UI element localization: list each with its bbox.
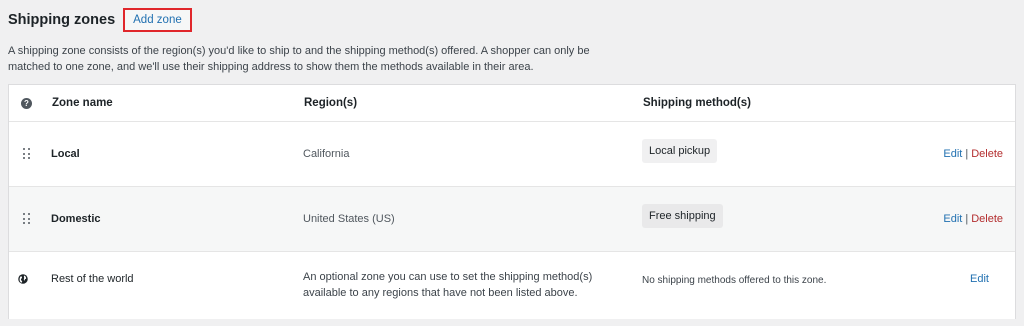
zone-name: Local <box>51 148 80 160</box>
help-icon[interactable]: ? <box>21 98 32 109</box>
column-header-regions: Region(s) <box>304 97 358 109</box>
drag-handle-icon[interactable] <box>23 148 31 160</box>
add-zone-button[interactable]: Add zone <box>123 8 192 32</box>
zone-region: An optional zone you can use to set the … <box>303 271 593 299</box>
drag-handle-icon[interactable] <box>23 213 31 225</box>
shipping-method-badge: Local pickup <box>642 139 718 163</box>
row-actions: Edit | Delete <box>943 213 1003 225</box>
column-header-zone-name: Zone name <box>52 97 113 109</box>
edit-link[interactable]: Edit <box>943 148 962 160</box>
zone-name: Domestic <box>51 213 101 225</box>
table-header-row: ? Zone name Region(s) Shipping method(s) <box>9 85 1015 122</box>
separator: | <box>965 148 969 160</box>
table-row: Domestic United States (US) Free shippin… <box>9 187 1015 252</box>
zone-region: United States (US) <box>303 213 395 225</box>
page-header: Shipping zones Add zone <box>8 8 192 32</box>
globe-icon <box>18 274 28 284</box>
page-title: Shipping zones <box>8 12 116 28</box>
zones-description: A shipping zone consists of the region(s… <box>8 45 590 73</box>
zone-name: Rest of the world <box>51 273 134 285</box>
zone-region: California <box>303 148 350 160</box>
edit-link[interactable]: Edit <box>943 213 962 225</box>
shipping-zones-table: ? Zone name Region(s) Shipping method(s)… <box>8 84 1016 319</box>
no-shipping-methods-text: No shipping methods offered to this zone… <box>642 275 827 286</box>
shipping-method-badge: Free shipping <box>642 204 723 228</box>
table-row-rest-of-world: Rest of the world An optional zone you c… <box>9 252 1015 319</box>
column-header-shipping-methods: Shipping method(s) <box>643 97 751 109</box>
delete-link[interactable]: Delete <box>971 213 1003 225</box>
row-actions: Edit <box>970 273 989 285</box>
delete-link[interactable]: Delete <box>971 148 1003 160</box>
row-actions: Edit | Delete <box>943 148 1003 160</box>
edit-link[interactable]: Edit <box>970 273 989 285</box>
separator: | <box>965 213 969 225</box>
table-row: Local California Local pickup Edit | Delet… <box>9 122 1015 187</box>
